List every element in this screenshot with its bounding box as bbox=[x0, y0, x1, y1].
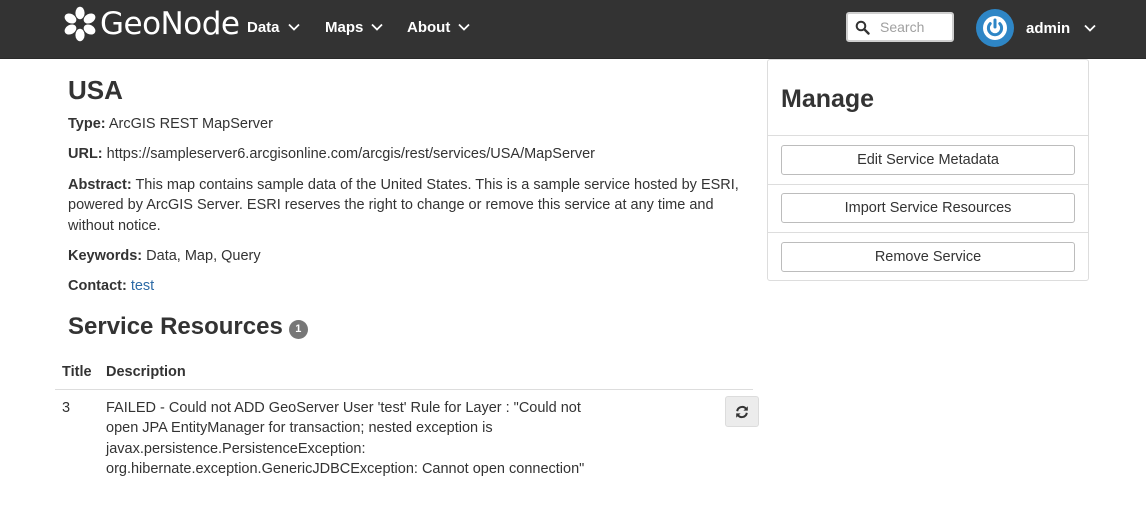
search-icon[interactable] bbox=[848, 14, 876, 40]
user-name: admin bbox=[1026, 19, 1071, 37]
cell-description: FAILED - Could not ADD GeoServer User 't… bbox=[99, 389, 753, 488]
avatar[interactable] bbox=[976, 9, 1014, 47]
field-label: URL: bbox=[68, 146, 103, 162]
reload-button[interactable] bbox=[725, 396, 759, 427]
nav-menu-label: About bbox=[407, 18, 451, 36]
resources-table: Title Description 3 FAILED - Could not A… bbox=[55, 356, 753, 488]
column-header-title: Title bbox=[55, 356, 99, 390]
refresh-icon bbox=[736, 405, 748, 418]
section-title-text: Service Resources bbox=[68, 313, 283, 340]
nav-menu-label: Maps bbox=[325, 18, 364, 36]
description-text: FAILED - Could not ADD GeoServer User 't… bbox=[106, 399, 585, 478]
brand-name: GeoNode bbox=[100, 6, 240, 42]
manage-panel: Manage Edit Service Metadata Import Serv… bbox=[767, 59, 1089, 281]
manage-row: Remove Service bbox=[768, 233, 1088, 282]
field-label: Contact: bbox=[68, 278, 127, 294]
nav-menu-label: Data bbox=[247, 18, 280, 36]
nav-menu-maps[interactable]: Maps bbox=[325, 17, 383, 37]
geonode-flower-icon bbox=[64, 6, 96, 42]
field-label: Type: bbox=[68, 116, 106, 132]
chevron-down-icon bbox=[371, 23, 383, 31]
search-input[interactable] bbox=[876, 16, 946, 38]
search-box[interactable] bbox=[846, 12, 954, 42]
remove-service-button[interactable]: Remove Service bbox=[781, 242, 1075, 273]
section-title-resources: Service Resources 1 bbox=[68, 313, 308, 341]
power-icon bbox=[983, 16, 1007, 40]
service-keywords: Keywords: Data, Map, Query bbox=[68, 246, 758, 267]
column-header-description: Description bbox=[99, 356, 753, 390]
manage-row: Import Service Resources bbox=[768, 185, 1088, 233]
field-value: Data, Map, Query bbox=[146, 248, 261, 264]
chevron-down-icon bbox=[1084, 24, 1096, 32]
count-badge: 1 bbox=[288, 319, 308, 339]
field-value: ArcGIS REST MapServer bbox=[108, 116, 273, 132]
top-navbar: GeoNode Data Maps About admin bbox=[0, 0, 1146, 59]
chevron-down-icon bbox=[458, 23, 470, 31]
edit-service-metadata-button[interactable]: Edit Service Metadata bbox=[781, 144, 1075, 175]
contact-link[interactable]: test bbox=[131, 278, 154, 294]
manage-title: Manage bbox=[768, 60, 1088, 136]
field-label: Abstract: bbox=[68, 176, 132, 193]
service-details: USA Type: ArcGIS REST MapServer URL: htt… bbox=[68, 72, 758, 297]
field-label: Keywords: bbox=[68, 248, 143, 264]
chevron-down-icon bbox=[287, 23, 300, 31]
geonode-logo[interactable]: GeoNode bbox=[62, 6, 240, 42]
import-service-resources-button[interactable]: Import Service Resources bbox=[781, 193, 1075, 224]
field-value: https://sampleserver6.arcgisonline.com/a… bbox=[106, 146, 596, 162]
nav-menu-about[interactable]: About bbox=[407, 17, 470, 37]
service-abstract: Abstract: This map contains sample data … bbox=[68, 175, 758, 237]
service-contact: Contact: test bbox=[68, 276, 758, 297]
cell-title: 3 bbox=[62, 399, 71, 416]
page-title: USA bbox=[68, 75, 123, 105]
field-value: This map contains sample data of the Uni… bbox=[68, 176, 739, 234]
manage-row: Edit Service Metadata bbox=[768, 136, 1088, 185]
service-url: URL: https://sampleserver6.arcgisonline.… bbox=[68, 144, 758, 165]
table-header-row: Title Description bbox=[55, 356, 753, 390]
table-row: 3 FAILED - Could not ADD GeoServer User … bbox=[55, 389, 753, 488]
nav-menu-data[interactable]: Data bbox=[247, 17, 300, 37]
service-type: Type: ArcGIS REST MapServer bbox=[68, 114, 758, 135]
user-menu[interactable]: admin bbox=[976, 9, 1096, 47]
